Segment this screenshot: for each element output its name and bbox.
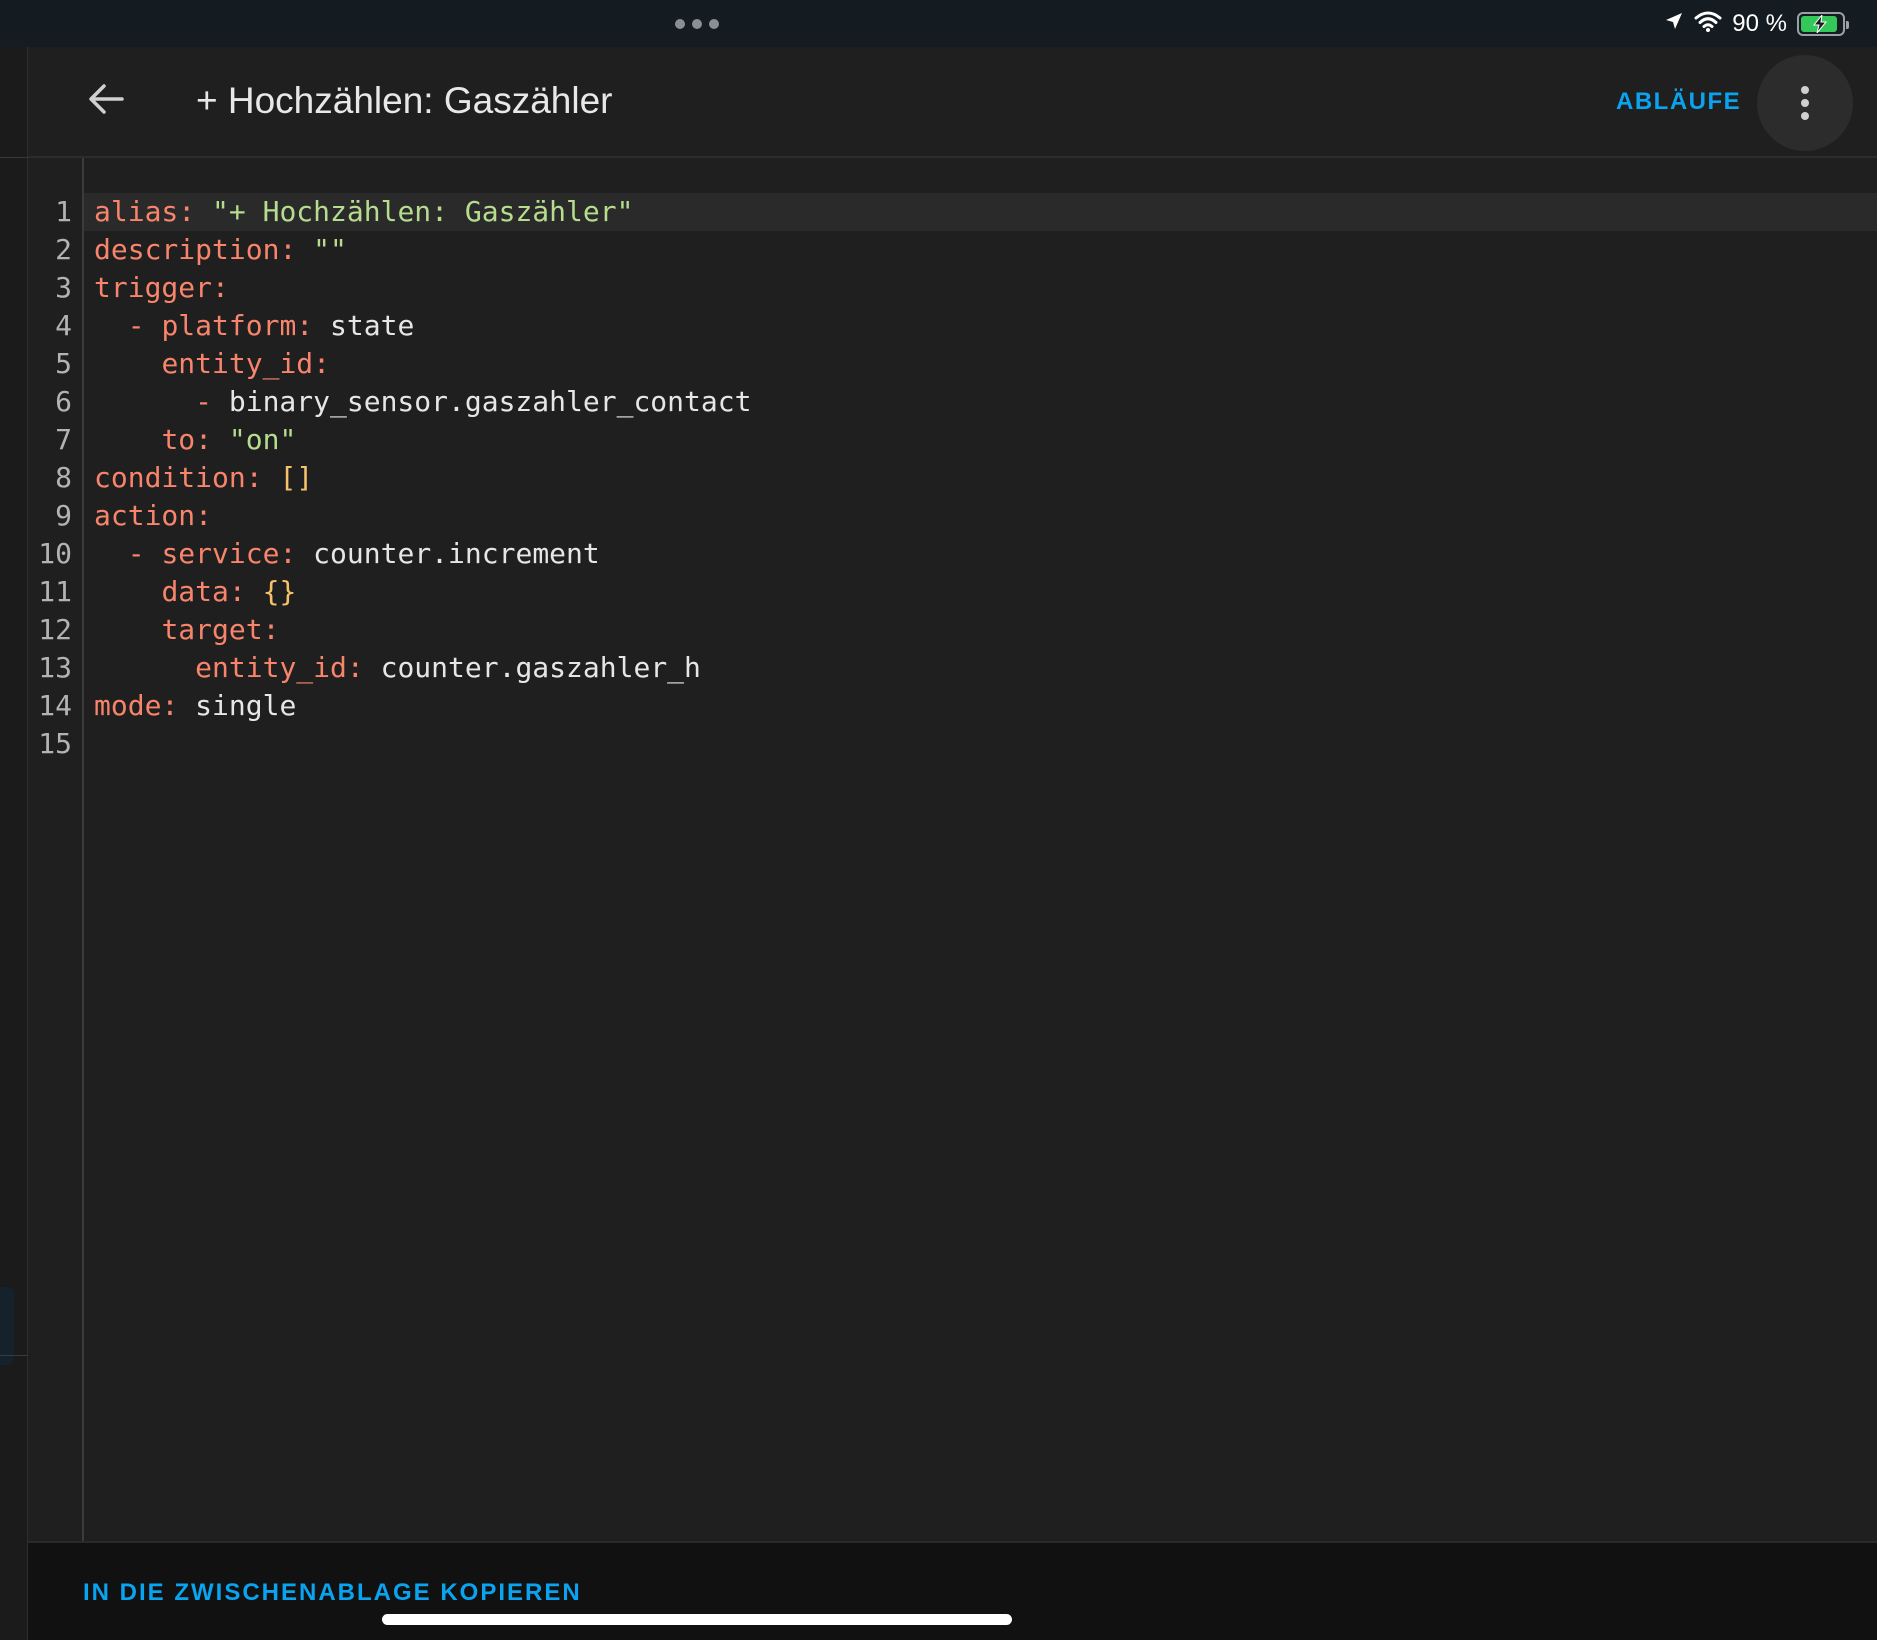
sidebar-selected-marker[interactable] <box>0 1287 14 1365</box>
code-token: : <box>178 195 213 228</box>
code-line[interactable]: data: {} <box>94 573 296 611</box>
code-token: : <box>296 309 331 342</box>
line-number: 2 <box>55 233 72 266</box>
code-line[interactable]: - platform: state <box>94 307 415 345</box>
code-token: counter.gaszahler_h <box>380 651 701 684</box>
status-indicators: 90 % <box>1664 9 1849 39</box>
status-bar: 90 % <box>0 0 1877 47</box>
line-number: 4 <box>55 309 72 342</box>
code-token: "" <box>313 233 347 266</box>
line-number: 13 <box>38 651 72 684</box>
wifi-icon <box>1694 10 1722 39</box>
code-token: state <box>330 309 415 342</box>
home-indicator[interactable] <box>382 1614 1012 1625</box>
code-line[interactable]: target: <box>94 611 279 649</box>
copy-to-clipboard-button[interactable]: IN DIE ZWISCHENABLAGE KOPIEREN <box>83 1579 582 1607</box>
code-token: alias <box>94 195 179 228</box>
code-line[interactable]: trigger: <box>94 269 229 307</box>
line-number: 8 <box>55 461 72 494</box>
code-token: action <box>94 499 196 532</box>
line-number: 5 <box>55 347 72 380</box>
code-token: platform <box>161 309 297 342</box>
code-token: target <box>161 613 263 646</box>
line-number: 12 <box>38 613 72 646</box>
yaml-code-editor[interactable]: 1 alias: "+ Hochzählen: Gaszähler" 2 descri… <box>28 158 1877 1541</box>
line-number: 6 <box>55 385 72 418</box>
code-line[interactable]: action: <box>94 497 212 535</box>
location-icon <box>1664 10 1684 38</box>
arrow-left-icon <box>89 84 124 114</box>
overflow-menu-button[interactable] <box>1757 55 1853 151</box>
collapsed-sidebar <box>0 47 28 1640</box>
code-token: {} <box>262 575 297 608</box>
code-line[interactable]: entity_id: <box>94 345 330 383</box>
line-number: 9 <box>55 499 72 532</box>
dots-vertical-icon <box>1801 86 1809 120</box>
code-token: : <box>228 575 263 608</box>
code-line[interactable]: condition: [] <box>94 459 313 497</box>
code-line[interactable]: mode: single <box>94 687 296 725</box>
code-line[interactable]: - service: counter.increment <box>94 535 600 573</box>
battery-percentage: 90 % <box>1732 10 1787 37</box>
code-line[interactable]: entity_id: counter.gaszahler_h <box>94 649 701 687</box>
multitask-dots-icon[interactable] <box>675 19 719 29</box>
code-token: : <box>279 233 314 266</box>
app-toolbar: + Hochzählen: Gaszähler ABLÄUFE <box>28 47 1877 158</box>
code-token: : <box>279 537 314 570</box>
line-number: 1 <box>55 195 72 228</box>
back-button[interactable] <box>76 69 136 129</box>
line-number: 15 <box>38 727 72 760</box>
code-token: mode <box>94 689 162 722</box>
line-number: 10 <box>38 537 72 570</box>
code-token: counter.increment <box>313 537 600 570</box>
code-token: : <box>346 651 381 684</box>
code-token: data <box>161 575 229 608</box>
code-token: : <box>245 461 280 494</box>
line-number: 14 <box>38 689 72 722</box>
code-line[interactable]: to: "on" <box>94 421 296 459</box>
code-token: - <box>94 537 162 570</box>
ablaeufe-button[interactable]: ABLÄUFE <box>1616 88 1741 116</box>
code-line[interactable]: alias: "+ Hochzählen: Gaszähler" <box>94 193 633 231</box>
dialog-footer: IN DIE ZWISCHENABLAGE KOPIEREN <box>28 1541 1877 1640</box>
code-token: binary_sensor.gaszahler_contact <box>228 385 752 418</box>
code-token: : <box>161 689 196 722</box>
code-token: : <box>195 423 229 456</box>
sidebar-divider <box>0 1355 28 1356</box>
code-token: : <box>212 271 229 304</box>
code-line[interactable]: description: "" <box>94 231 347 269</box>
code-token: : <box>195 499 213 532</box>
code-token: single <box>195 689 297 722</box>
code-token: to <box>161 423 196 456</box>
code-token: : <box>262 613 280 646</box>
code-token: [] <box>279 461 314 494</box>
code-line[interactable]: - binary_sensor.gaszahler_contact <box>94 383 751 421</box>
code-token: service <box>161 537 280 570</box>
code-token: description <box>94 233 280 266</box>
code-token: trigger <box>94 271 213 304</box>
line-number: 11 <box>38 575 72 608</box>
code-token: entity_id <box>161 347 314 380</box>
code-token: : <box>313 347 331 380</box>
code-token: - <box>94 385 229 418</box>
code-token: entity_id <box>195 651 347 684</box>
page-title: + Hochzählen: Gaszähler <box>196 80 613 121</box>
code-token: - <box>94 309 162 342</box>
line-number: 7 <box>55 423 72 456</box>
code-token: "on" <box>228 423 297 456</box>
code-token: "+ Hochzählen: Gaszähler" <box>212 195 634 228</box>
line-number: 3 <box>55 271 72 304</box>
battery-icon <box>1797 12 1849 36</box>
sidebar-divider <box>0 157 28 158</box>
code-token: condition <box>94 461 246 494</box>
